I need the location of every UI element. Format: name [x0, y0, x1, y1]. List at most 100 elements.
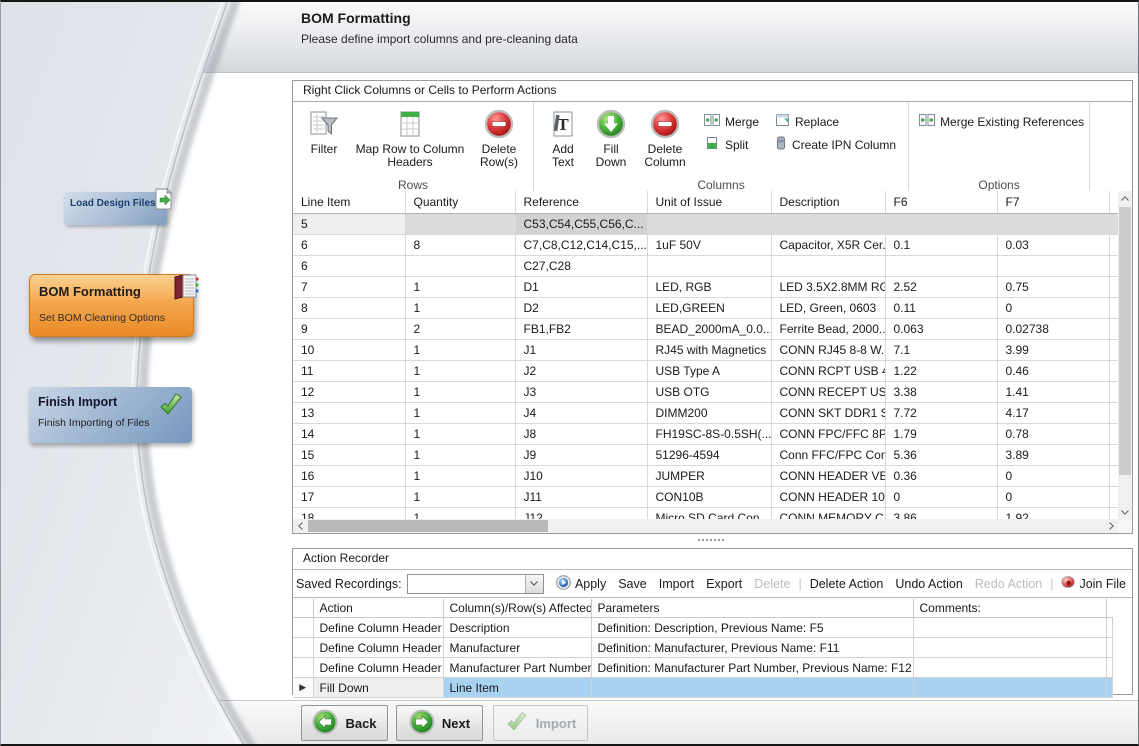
back-button[interactable]: Back: [301, 705, 388, 741]
bom-cell[interactable]: 2: [405, 319, 515, 340]
vertical-scroll-thumb[interactable]: [1119, 207, 1131, 475]
bom-cell[interactable]: J2: [515, 361, 647, 382]
bom-cell[interactable]: CONN RJ45 8-8 W...: [771, 340, 885, 361]
wizard-step-finish-import[interactable]: Finish Import Finish Importing of Files: [29, 387, 192, 443]
bom-cell[interactable]: CON10B: [647, 487, 771, 508]
action-column-header[interactable]: Comments:: [913, 599, 1106, 618]
bom-cell[interactable]: USB Type A: [647, 361, 771, 382]
bom-cell[interactable]: J11: [515, 487, 647, 508]
bom-cell[interactable]: J3: [515, 382, 647, 403]
merge-existing-references-button[interactable]: Merge Existing References: [919, 110, 1084, 133]
bom-cell[interactable]: D2: [515, 298, 647, 319]
bom-cell[interactable]: C53,C54,C55,C56,C...: [515, 214, 647, 235]
bom-cell[interactable]: 1.79: [885, 424, 997, 445]
bom-cell[interactable]: 1: [405, 382, 515, 403]
horizontal-scroll-thumb[interactable]: [308, 520, 548, 532]
bom-cell[interactable]: 6: [293, 256, 405, 277]
bom-cell[interactable]: DIMM200: [647, 403, 771, 424]
bom-cell[interactable]: 13: [293, 403, 405, 424]
action-cell[interactable]: [913, 618, 1106, 638]
action-cell[interactable]: [1106, 638, 1113, 658]
bom-cell[interactable]: 0.36: [885, 466, 997, 487]
bom-cell[interactable]: 0: [997, 466, 1109, 487]
bom-cell[interactable]: Conn FFC/FPC Con...: [771, 445, 885, 466]
delete-column-button[interactable]: Delete Column: [638, 107, 692, 169]
bom-row[interactable]: 181J12Micro SD Card Con...CONN MEMORY C.…: [293, 508, 1118, 520]
action-row[interactable]: Define Column HeaderManufacturer Part Nu…: [293, 658, 1113, 678]
bom-cell[interactable]: CONN RECEPT USB...: [771, 382, 885, 403]
bom-cell[interactable]: [997, 256, 1109, 277]
bom-row[interactable]: 131J4DIMM200CONN SKT DDR1 S...7.724.17: [293, 403, 1118, 424]
bom-cell[interactable]: [647, 256, 771, 277]
action-cell[interactable]: [1106, 678, 1113, 698]
bom-cell[interactable]: 0.78: [997, 424, 1109, 445]
bom-cell[interactable]: 1: [405, 277, 515, 298]
wizard-step-load-design-files[interactable]: Load Design Files: [64, 192, 167, 225]
action-row[interactable]: ▶Fill DownLine Item: [293, 678, 1113, 698]
column-header[interactable]: F7: [997, 191, 1109, 214]
delete-action-button[interactable]: Delete Action: [810, 577, 884, 591]
bom-row[interactable]: 5C53,C54,C55,C56,C...: [293, 214, 1118, 235]
bom-cell[interactable]: LED 3.5X2.8MM RG...: [771, 277, 885, 298]
action-column-header[interactable]: Parameters: [591, 599, 913, 618]
bom-cell[interactable]: 3.38: [885, 382, 997, 403]
action-cell[interactable]: [1106, 618, 1113, 638]
bom-cell[interactable]: 1: [405, 466, 515, 487]
bom-cell[interactable]: 1.41: [997, 382, 1109, 403]
next-button[interactable]: Next: [396, 705, 483, 741]
action-column-header[interactable]: Column(s)/Row(s) Affected: [443, 599, 591, 618]
bom-cell[interactable]: CONN FPC/FFC 8P...: [771, 424, 885, 445]
bom-cell[interactable]: J9: [515, 445, 647, 466]
bom-row[interactable]: 101J1RJ45 with MagneticsCONN RJ45 8-8 W.…: [293, 340, 1118, 361]
apply-button[interactable]: Apply: [556, 575, 606, 593]
action-cell[interactable]: [1106, 658, 1113, 678]
bom-cell[interactable]: 0.02738: [997, 319, 1109, 340]
bom-cell[interactable]: [885, 214, 997, 235]
split-button[interactable]: Split: [704, 133, 759, 156]
bom-cell[interactable]: FB1,FB2: [515, 319, 647, 340]
scroll-right-icon[interactable]: [1104, 519, 1118, 533]
action-cell[interactable]: Description: [443, 618, 591, 638]
bom-row[interactable]: 121J3USB OTGCONN RECEPT USB...3.381.41: [293, 382, 1118, 403]
bom-cell[interactable]: J1: [515, 340, 647, 361]
bom-cell[interactable]: 14: [293, 424, 405, 445]
action-cell[interactable]: [913, 638, 1106, 658]
bom-cell[interactable]: 0: [997, 487, 1109, 508]
bom-row[interactable]: 151J951296-4594Conn FFC/FPC Con...5.363.…: [293, 445, 1118, 466]
action-cell[interactable]: [591, 678, 913, 698]
bom-cell[interactable]: 1: [405, 361, 515, 382]
action-cell[interactable]: [913, 658, 1106, 678]
bom-cell[interactable]: 0.1: [885, 235, 997, 256]
bom-cell[interactable]: LED, RGB: [647, 277, 771, 298]
bom-cell[interactable]: 6: [293, 235, 405, 256]
bom-cell[interactable]: 3.86: [885, 508, 997, 520]
undo-action-button[interactable]: Undo Action: [895, 577, 962, 591]
bom-cell[interactable]: BEAD_2000mA_0.0...: [647, 319, 771, 340]
column-header[interactable]: Quantity: [405, 191, 515, 214]
merge-button[interactable]: Merge: [704, 110, 759, 133]
bom-cell[interactable]: 1: [405, 445, 515, 466]
bom-cell[interactable]: 0.03: [997, 235, 1109, 256]
action-cell[interactable]: Define Column Header: [313, 618, 443, 638]
action-cell[interactable]: Definition: Description, Previous Name: …: [591, 618, 913, 638]
import-button[interactable]: Import: [493, 705, 588, 741]
row-selector[interactable]: [293, 618, 313, 638]
bom-cell[interactable]: 7.1: [885, 340, 997, 361]
bom-row[interactable]: 92FB1,FB2BEAD_2000mA_0.0...Ferrite Bead,…: [293, 319, 1118, 340]
export-recording-button[interactable]: Export: [706, 577, 742, 591]
bom-row[interactable]: 6C27,C28: [293, 256, 1118, 277]
bom-cell[interactable]: LED,GREEN: [647, 298, 771, 319]
bom-cell[interactable]: CONN MEMORY C...: [771, 508, 885, 520]
saved-recordings-combobox[interactable]: [407, 574, 544, 594]
bom-cell[interactable]: 7.72: [885, 403, 997, 424]
delete-rows-button[interactable]: Delete Row(s): [473, 107, 525, 169]
bom-cell[interactable]: 16: [293, 466, 405, 487]
bom-cell[interactable]: 1.92: [997, 508, 1109, 520]
create-ipn-button[interactable]: Create IPN Column: [775, 133, 896, 156]
bom-cell[interactable]: [647, 214, 771, 235]
action-cell[interactable]: Define Column Header: [313, 658, 443, 678]
bom-cell[interactable]: [405, 214, 515, 235]
bom-cell[interactable]: 1: [405, 340, 515, 361]
bom-cell[interactable]: 7: [293, 277, 405, 298]
map-row-button[interactable]: Map Row to Column Headers: [351, 107, 469, 169]
